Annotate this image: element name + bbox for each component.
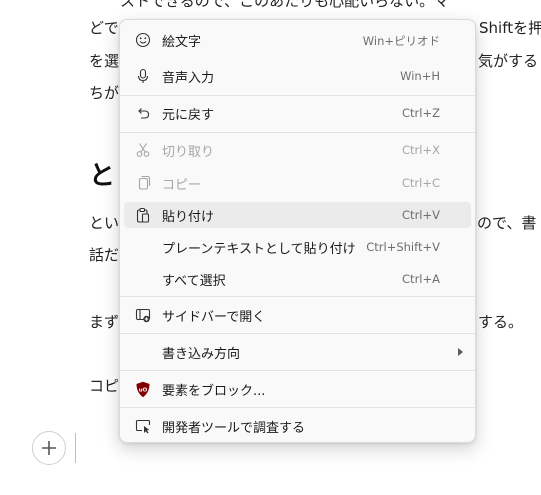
doc-text-line: コピ (89, 377, 120, 395)
doc-text-line: する。 (478, 313, 524, 331)
doc-text-line: ストできるので、このあたりも心配いらない。マ (120, 0, 450, 10)
menu-item-shortcut: Ctrl+A (402, 272, 440, 286)
menu-item-label: 元に戻す (162, 108, 215, 123)
menu-item-paste[interactable]: 貼り付け Ctrl+V (124, 202, 471, 228)
menu-item-copy[interactable]: コピー Ctrl+C (124, 170, 471, 196)
svg-text:uO: uO (139, 387, 148, 393)
menu-separator (120, 370, 475, 371)
menu-item-label: 要素をブロック... (162, 384, 266, 399)
doc-text-line: ちが (89, 84, 120, 102)
microphone-icon (134, 67, 152, 85)
doc-text-line: とい (89, 214, 120, 232)
menu-item-label: コピー (162, 178, 202, 193)
menu-item-label: プレーンテキストとして貼り付け (162, 242, 356, 257)
doc-text-line: まず (89, 313, 120, 331)
doc-text-line: を選 (89, 52, 120, 70)
sidebar-open-icon (134, 306, 152, 324)
menu-separator (120, 132, 475, 133)
menu-item-cut[interactable]: 切り取り Ctrl+X (124, 137, 471, 163)
menu-item-inspect[interactable]: 開発者ツールで調査する (124, 413, 471, 439)
menu-separator (120, 296, 475, 297)
menu-item-label: 書き込み方向 (162, 347, 241, 362)
menu-item-open-in-sidebar[interactable]: サイドバーで開く (124, 302, 471, 328)
undo-icon (134, 104, 152, 122)
menu-item-label: 切り取り (162, 145, 215, 160)
menu-item-shortcut: Ctrl+Shift+V (366, 240, 440, 254)
menu-item-shortcut: Win+ピリオド (362, 34, 440, 48)
doc-text-line: 気がする (478, 52, 539, 70)
menu-item-label: 開発者ツールで調査する (162, 421, 306, 436)
menu-item-shortcut: Ctrl+X (402, 143, 440, 157)
paste-icon (134, 206, 152, 224)
ublock-shield-icon: uO (134, 380, 152, 398)
menu-item-paste-plain-text[interactable]: プレーンテキストとして貼り付け Ctrl+Shift+V (124, 234, 471, 260)
context-menu: 絵文字 Win+ピリオド 音声入力 Win+H 元に戻す Ctrl+Z 切り取り… (119, 19, 476, 443)
menu-item-shortcut: Ctrl+V (402, 208, 440, 222)
menu-separator (120, 333, 475, 334)
menu-item-shortcut: Ctrl+Z (402, 106, 440, 120)
menu-item-voice-input[interactable]: 音声入力 Win+H (124, 63, 471, 89)
text-cursor (75, 433, 76, 463)
doc-text-line: Shiftを押 (479, 19, 541, 37)
menu-separator (120, 95, 475, 96)
doc-text-line: どで (89, 19, 119, 37)
add-block-button[interactable] (32, 431, 66, 465)
menu-item-label: 音声入力 (162, 71, 215, 86)
menu-item-label: サイドバーで開く (162, 310, 266, 325)
doc-text-line: 話だ (89, 246, 120, 264)
cut-icon (134, 141, 152, 159)
menu-item-undo[interactable]: 元に戻す Ctrl+Z (124, 100, 471, 126)
devtools-inspect-icon (134, 417, 152, 435)
doc-heading: と (89, 161, 116, 191)
emoji-icon (134, 31, 152, 49)
menu-item-shortcut: Win+H (400, 69, 440, 83)
menu-item-select-all[interactable]: すべて選択 Ctrl+A (124, 266, 471, 292)
menu-separator (120, 407, 475, 408)
menu-item-label: すべて選択 (162, 274, 226, 289)
copy-icon (134, 174, 152, 192)
menu-item-writing-direction[interactable]: 書き込み方向 (124, 339, 471, 365)
menu-item-block-element[interactable]: uO 要素をブロック... (124, 376, 471, 402)
plus-icon (42, 441, 56, 455)
menu-item-label: 絵文字 (162, 35, 202, 50)
menu-item-emoji[interactable]: 絵文字 Win+ピリオド (124, 27, 471, 53)
doc-text-line: ので、書 (477, 214, 537, 232)
submenu-arrow-icon (458, 348, 463, 356)
menu-item-shortcut: Ctrl+C (401, 176, 440, 190)
menu-item-label: 貼り付け (162, 210, 215, 225)
